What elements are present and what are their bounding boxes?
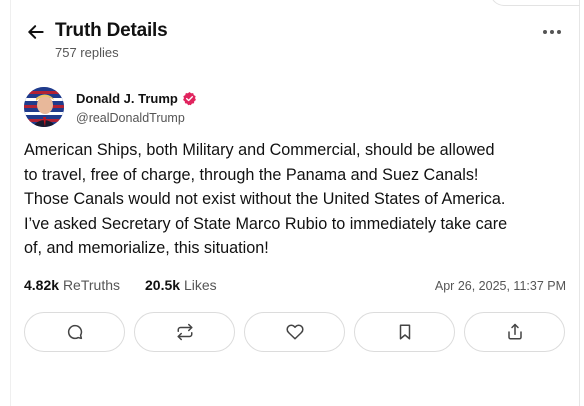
- post-stats: 4.82k ReTruths 20.5k Likes Apr 26, 2025,…: [24, 277, 572, 297]
- arrow-left-icon: [28, 25, 44, 39]
- more-horizontal-icon: [543, 30, 561, 34]
- avatar[interactable]: [24, 87, 64, 127]
- more-options-button[interactable]: [540, 24, 564, 40]
- bookmark-button[interactable]: [354, 312, 455, 352]
- truth-details-page: Truth Details 757 replies Donald J. Trum…: [0, 0, 584, 406]
- likes-count: 20.5k: [145, 277, 181, 293]
- like-button[interactable]: [244, 312, 345, 352]
- retruths-stat[interactable]: 4.82k ReTruths: [24, 277, 120, 293]
- top-corner-decoration: [490, 0, 580, 6]
- back-button[interactable]: [24, 20, 48, 44]
- like-icon: [285, 324, 304, 340]
- verified-badge-icon: [182, 91, 196, 106]
- bookmark-icon: [399, 324, 410, 340]
- post-body: American Ships, both Military and Commer…: [24, 141, 508, 258]
- avatar-image: [24, 87, 64, 127]
- retruths-count: 4.82k: [24, 277, 60, 293]
- author-name-text: Donald J. Trump: [76, 91, 178, 106]
- share-button[interactable]: [464, 312, 565, 352]
- likes-label: Likes: [183, 277, 217, 293]
- retruth-button[interactable]: [134, 312, 235, 352]
- left-border: [10, 0, 11, 406]
- share-icon: [507, 323, 522, 340]
- page-header: Truth Details 757 replies: [24, 18, 564, 62]
- likes-stat[interactable]: 20.5k Likes: [145, 277, 217, 293]
- post-timestamp: Apr 26, 2025, 11:37 PM: [434, 279, 566, 293]
- retruth-icon: [177, 323, 192, 341]
- post-actions: [24, 312, 566, 352]
- page-title: Truth Details: [55, 20, 168, 41]
- reply-button[interactable]: [24, 312, 125, 352]
- author-name[interactable]: Donald J. Trump: [76, 91, 197, 106]
- right-border: [579, 0, 580, 406]
- retruths-label: ReTruths: [62, 277, 120, 293]
- replies-count: 757 replies: [55, 45, 119, 60]
- reply-icon: [67, 324, 82, 340]
- author-handle[interactable]: @realDonaldTrump: [76, 111, 185, 125]
